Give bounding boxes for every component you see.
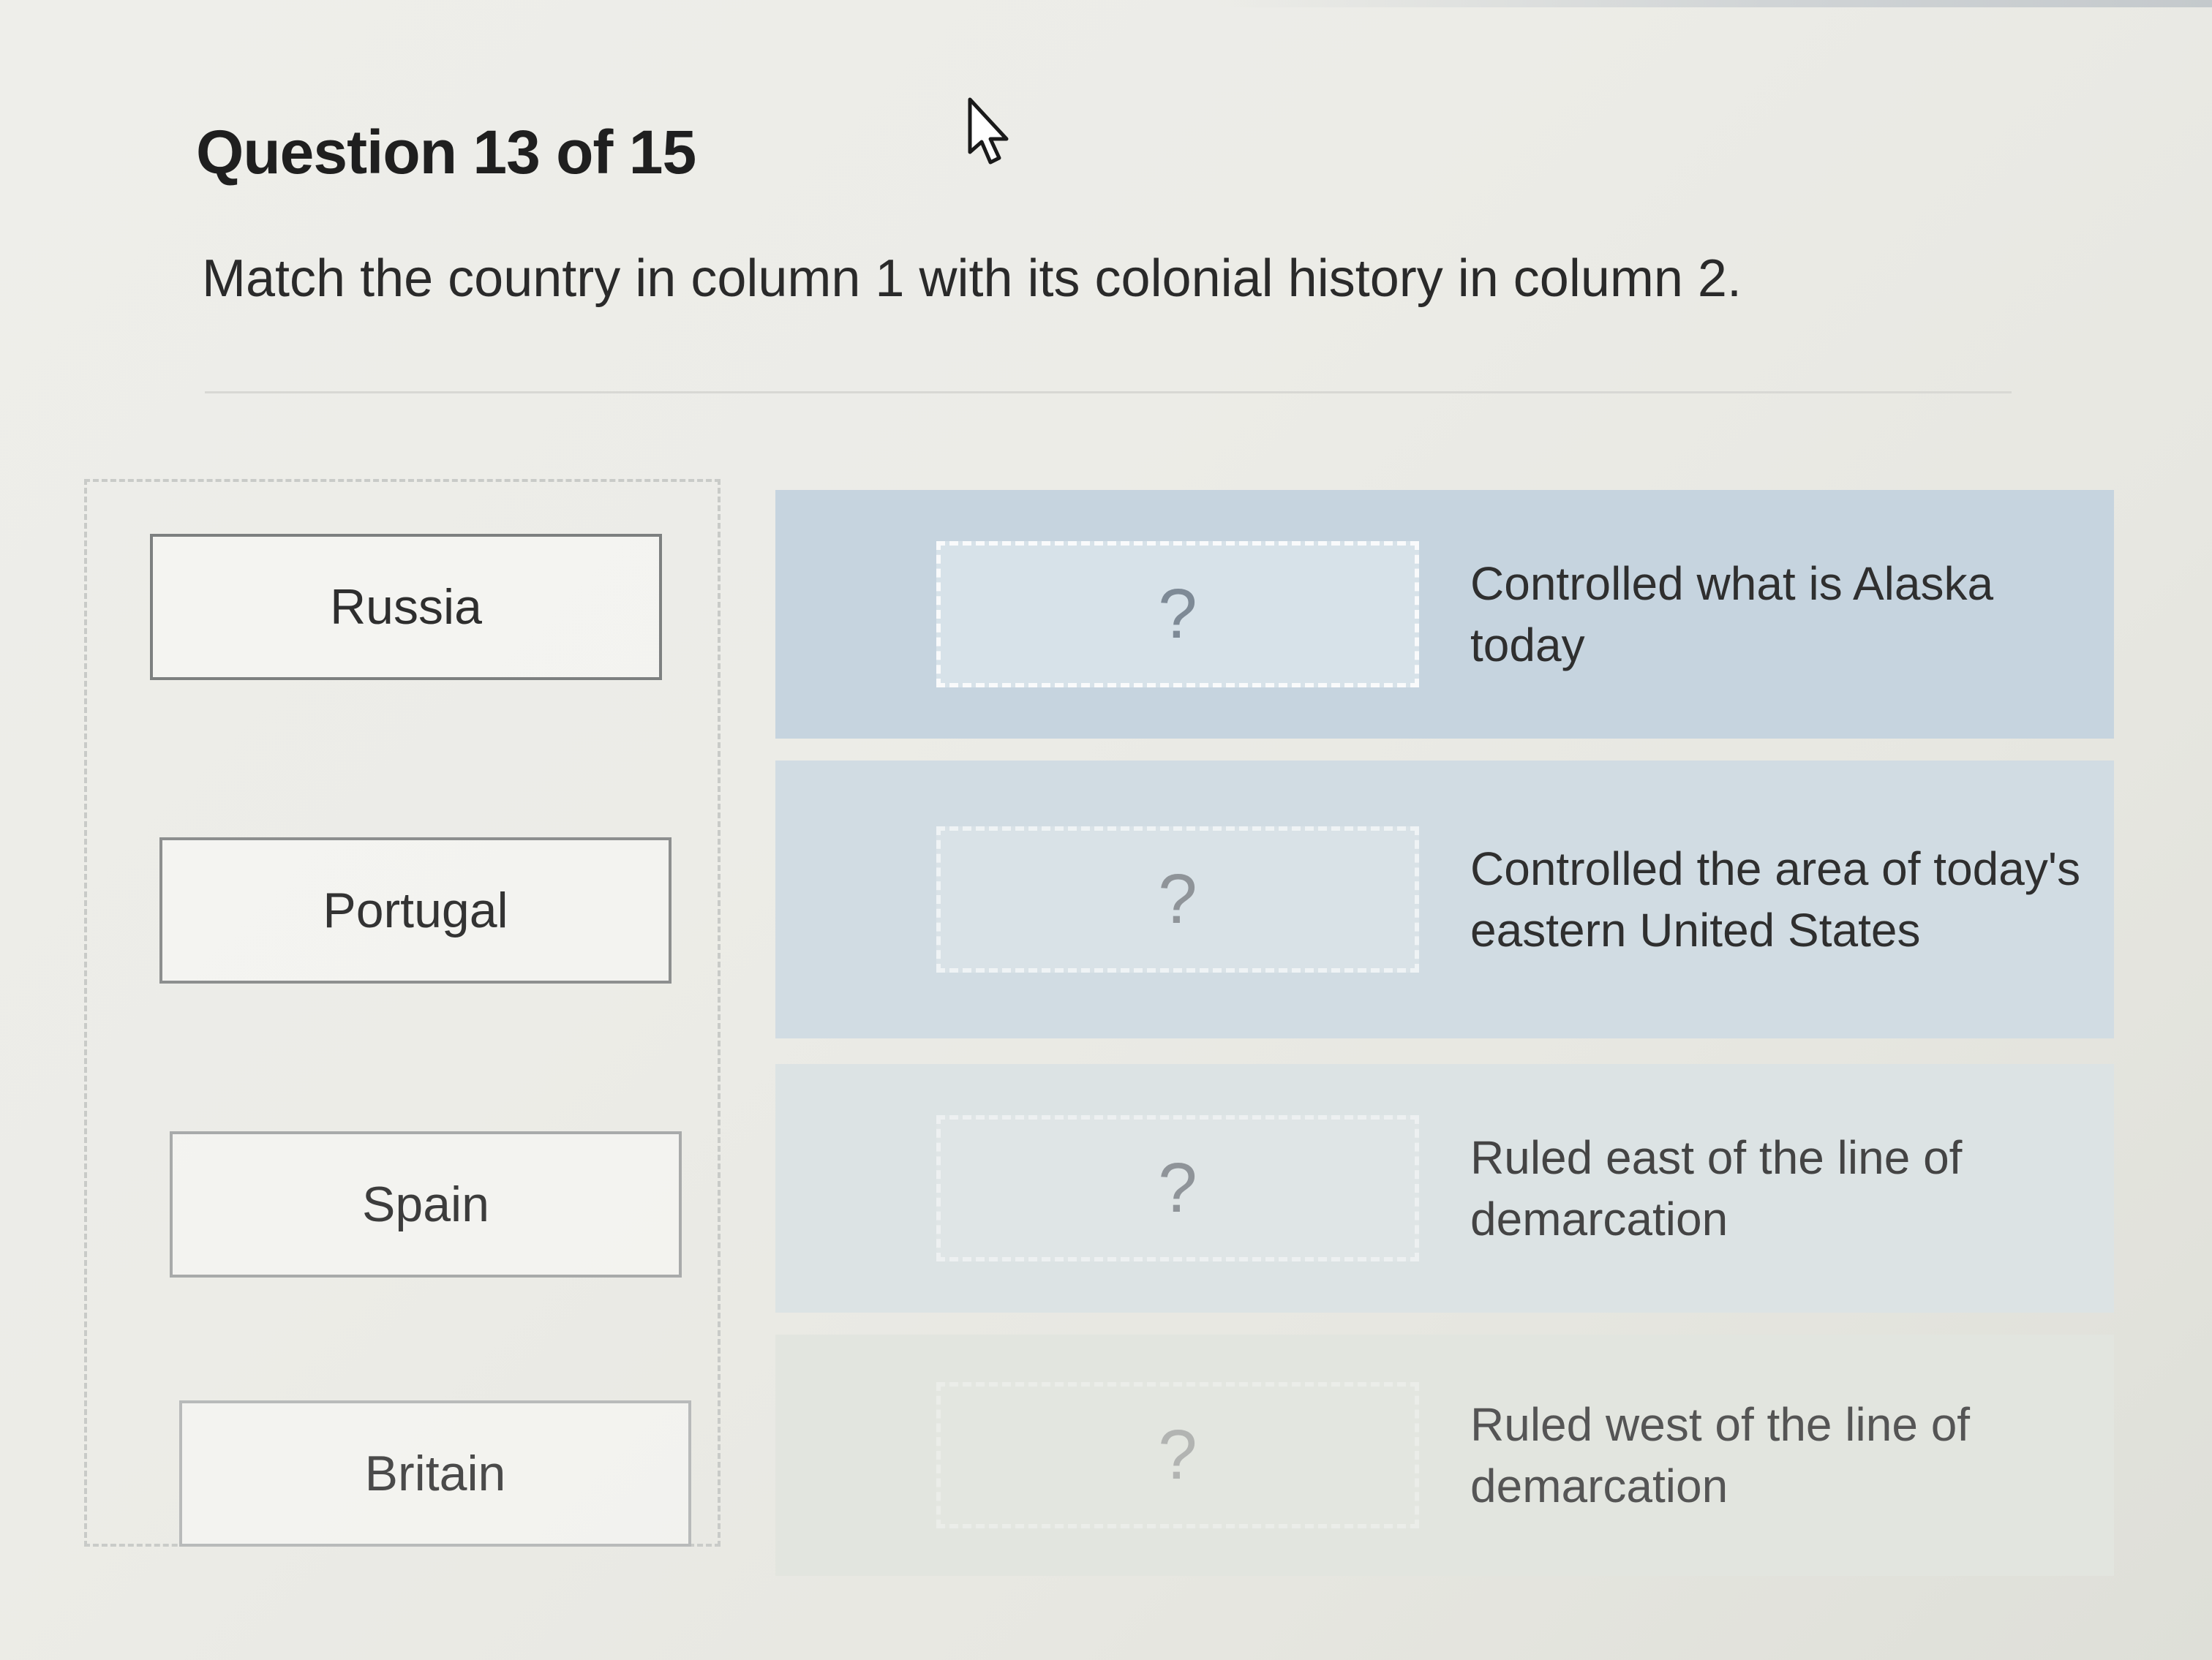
choice-spain[interactable]: Spain — [170, 1131, 682, 1278]
drop-slot[interactable]: ? — [936, 826, 1419, 973]
divider — [205, 391, 2012, 393]
question-prompt: Match the country in column 1 with its c… — [202, 249, 1742, 308]
question-title: Question 13 of 15 — [196, 118, 696, 186]
question-mark-icon: ? — [1158, 860, 1197, 938]
drop-slot[interactable]: ? — [936, 541, 1419, 687]
drop-slot[interactable]: ? — [936, 1382, 1419, 1528]
choice-portugal[interactable]: Portugal — [159, 837, 672, 984]
window-top-edge — [0, 0, 2212, 7]
match-description: Ruled east of the line of demarcation — [1470, 1131, 1963, 1245]
match-row: ? Ruled west of the line of demarcation — [775, 1335, 2114, 1576]
match-row: ? Controlled what is Alaska today — [775, 490, 2114, 739]
question-mark-icon: ? — [1158, 1416, 1197, 1494]
mouse-pointer-icon — [968, 97, 1009, 165]
drop-slot[interactable]: ? — [936, 1115, 1419, 1261]
question-mark-icon: ? — [1158, 1149, 1197, 1227]
match-row: ? Ruled east of the line of demarcation — [775, 1064, 2114, 1313]
choice-britain[interactable]: Britain — [179, 1400, 691, 1547]
match-row: ? Controlled the area of today's eastern… — [775, 761, 2114, 1038]
match-description: Controlled what is Alaska today — [1470, 557, 1994, 671]
match-description: Controlled the area of today's eastern U… — [1470, 842, 2081, 957]
match-description: Ruled west of the line of demarcation — [1470, 1398, 1971, 1512]
choice-russia[interactable]: Russia — [150, 534, 662, 680]
question-mark-icon: ? — [1158, 575, 1197, 653]
